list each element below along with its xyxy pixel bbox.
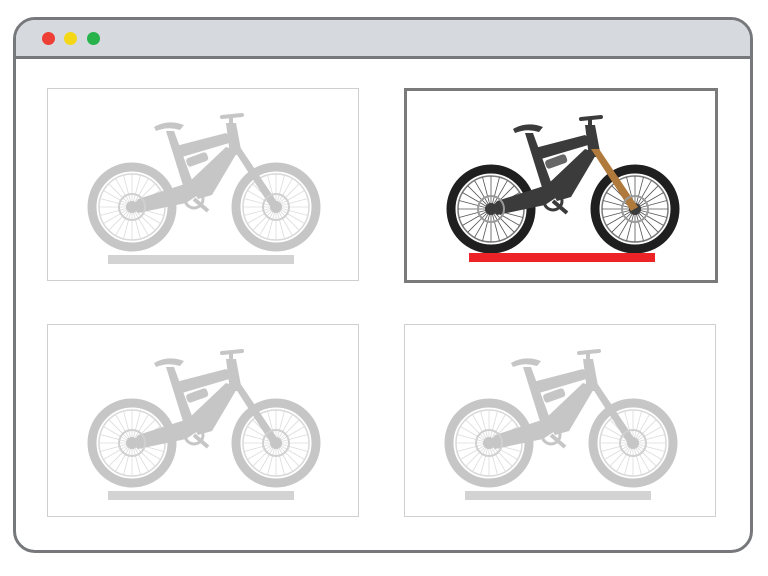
product-label-bar bbox=[108, 255, 294, 264]
browser-window bbox=[13, 17, 753, 553]
mountain-bike-icon bbox=[444, 349, 678, 488]
maximize-window-button[interactable] bbox=[87, 32, 100, 45]
close-window-button[interactable] bbox=[42, 32, 55, 45]
product-label-bar bbox=[469, 253, 655, 262]
product-card-selected[interactable] bbox=[404, 88, 718, 283]
product-label-bar bbox=[108, 491, 294, 500]
product-label-bar bbox=[465, 491, 651, 500]
product-card[interactable] bbox=[47, 324, 359, 517]
mountain-bike-icon bbox=[87, 113, 321, 252]
mountain-bike-icon bbox=[87, 349, 321, 488]
title-bar bbox=[16, 20, 750, 59]
product-card[interactable] bbox=[47, 88, 359, 281]
mountain-bike-icon bbox=[446, 115, 680, 254]
product-card[interactable] bbox=[404, 324, 716, 517]
minimize-window-button[interactable] bbox=[64, 32, 77, 45]
